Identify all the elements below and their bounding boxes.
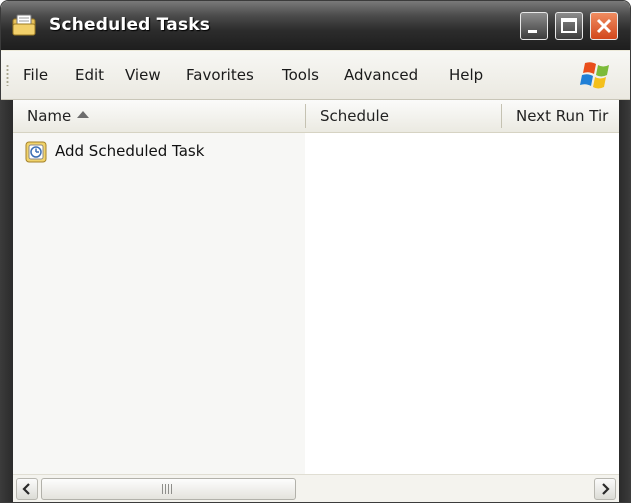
close-button[interactable] (590, 12, 618, 40)
window-title: Scheduled Tasks (49, 15, 211, 35)
menu-bar: File Edit View Favorites Tools Advanced … (1, 51, 630, 100)
menu-view[interactable]: View (125, 66, 161, 84)
minimize-button[interactable] (520, 12, 548, 40)
list-item-label: Add Scheduled Task (55, 142, 205, 160)
scheduled-tasks-folder-icon (12, 14, 36, 36)
column-next-run-time-label: Next Run Tir (516, 107, 609, 125)
scroll-right-button[interactable] (594, 478, 616, 500)
menu-file[interactable]: File (23, 66, 48, 84)
scroll-left-arrow-icon (22, 483, 30, 495)
column-header: Name Schedule Next Run Tir (13, 100, 619, 133)
scroll-left-button[interactable] (16, 478, 38, 500)
scheduled-tasks-window: Scheduled Tasks File Edit View Favorites… (0, 0, 631, 503)
column-schedule-label: Schedule (320, 107, 389, 125)
maximize-button[interactable] (555, 12, 583, 40)
sort-ascending-icon (77, 111, 89, 118)
task-list[interactable]: Add Scheduled Task (13, 133, 619, 474)
window-frame-right (619, 100, 630, 502)
scroll-thumb-grip (162, 484, 174, 494)
title-bar[interactable]: Scheduled Tasks (1, 1, 630, 50)
menu-tools[interactable]: Tools (282, 66, 319, 84)
column-schedule[interactable]: Schedule (306, 100, 501, 132)
column-name-label: Name (27, 107, 72, 125)
windows-flag-icon (580, 62, 609, 89)
maximize-icon (561, 18, 577, 33)
menu-help[interactable]: Help (449, 66, 483, 84)
scroll-right-arrow-icon (602, 483, 610, 495)
scroll-thumb[interactable] (41, 478, 296, 500)
menu-edit[interactable]: Edit (75, 66, 104, 84)
menu-favorites[interactable]: Favorites (186, 66, 254, 84)
toolbar-grip[interactable] (6, 64, 9, 86)
column-next-run-time[interactable]: Next Run Tir (502, 100, 619, 132)
column-name[interactable]: Name (13, 100, 305, 132)
window-frame-left (1, 100, 13, 502)
horizontal-scrollbar[interactable] (13, 474, 619, 502)
add-scheduled-task-icon (25, 141, 47, 163)
close-icon (596, 18, 612, 34)
sorted-column-background (13, 133, 305, 474)
menu-advanced[interactable]: Advanced (344, 66, 418, 84)
minimize-icon (528, 30, 537, 33)
